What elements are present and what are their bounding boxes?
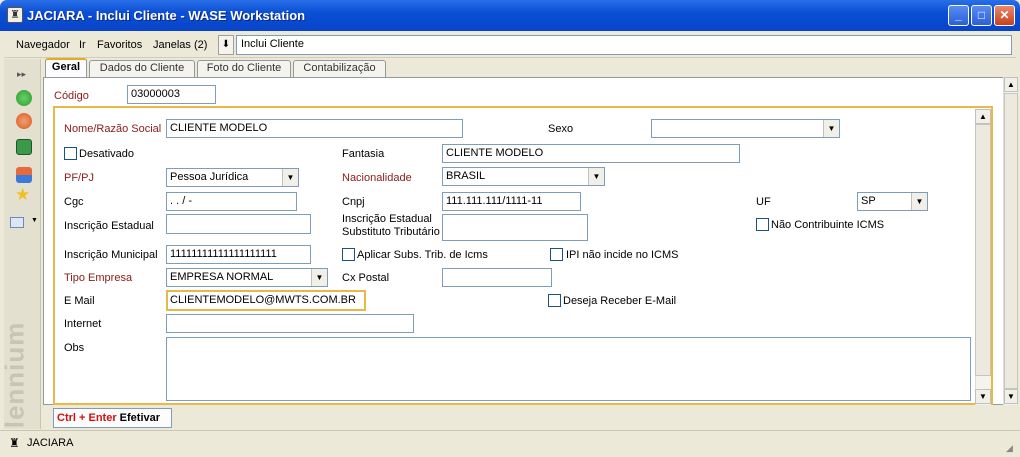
chevron-down-icon[interactable]: ▼ [588,168,604,185]
scroll-down-icon[interactable]: ▼ [975,389,991,404]
deseja-email-checkbox[interactable] [548,294,561,307]
nao-contribuinte-checkbox[interactable] [756,218,769,231]
nav-down-arrow-icon[interactable]: ⬇ [218,35,234,55]
sexo-select[interactable]: ▼ [651,119,840,138]
app-icon: ♜ [7,7,23,23]
close-button[interactable]: ✕ [994,5,1015,26]
minimize-button[interactable]: _ [948,5,969,26]
tab-foto-do-cliente[interactable]: Foto do Cliente [197,60,291,77]
cgc-field[interactable]: . . / - [166,192,297,211]
cgc-label: Cgc [64,196,84,208]
outer-scroll-up-icon[interactable]: ▲ [1004,77,1018,92]
pfpj-value: Pessoa Jurídica [170,171,249,183]
email-field[interactable]: CLIENTEMODELO@MWTS.COM.BR [166,290,366,311]
tab-contabilizacao[interactable]: Contabilização [293,60,386,77]
uf-select[interactable]: SP ▼ [857,192,928,211]
codigo-field[interactable]: 03000003 [127,85,216,104]
title-bar: ♜ JACIARA - Inclui Cliente - WASE Workst… [0,0,1020,31]
desativado-label: Desativado [79,148,135,160]
scroll-thumb[interactable] [975,124,991,376]
tab-geral[interactable]: Geral [45,58,87,78]
menu-favoritos[interactable]: Favoritos [97,39,142,51]
user-icon: ♜ [9,436,20,450]
fantasia-label: Fantasia [342,148,385,160]
chevron-down-icon[interactable]: ▼ [911,193,927,210]
bottom-bar [43,405,1017,430]
ie-st-label-line1: Inscrição Estadual [342,213,432,225]
internet-field[interactable] [166,314,414,333]
ie-label: Inscrição Estadual [64,220,154,232]
resize-grip-icon[interactable]: ◢ [1006,443,1013,454]
cx-postal-field[interactable] [442,268,552,287]
outer-scroll-down-icon[interactable]: ▼ [1004,389,1018,404]
cnpj-field[interactable]: 111.111.111/1111-11 [442,192,581,211]
sexo-label: Sexo [548,123,574,135]
tipo-empresa-value: EMPRESA NORMAL [170,271,274,283]
cx-postal-label: Cx Postal [342,272,390,284]
im-field[interactable]: 11111111111111111111 [166,245,311,264]
tab-dados-do-cliente[interactable]: Dados do Cliente [89,60,195,77]
ipi-label: IPI não incide no ICMS [566,249,679,261]
maximize-button[interactable]: □ [971,5,992,26]
status-user: JACIARA [27,437,74,449]
aplicar-subs-checkbox[interactable] [342,248,355,261]
mail-icon[interactable] [10,217,24,228]
outer-scroll-thumb[interactable] [1004,93,1018,389]
chevron-down-icon[interactable]: ▼ [311,269,327,286]
obs-textarea[interactable] [166,337,971,401]
tipo-empresa-label: Tipo Empresa [64,272,133,284]
nacionalidade-value: BRASIL [446,170,486,182]
uf-value: SP [861,195,876,207]
nacionalidade-select[interactable]: BRASIL ▼ [442,167,605,186]
chevron-down-icon[interactable]: ▼ [282,169,298,186]
ie-st-field[interactable] [442,214,588,241]
status-bar: ♜ JACIARA ◢ [0,430,1020,457]
im-label: Inscrição Municipal [64,249,158,261]
nome-field[interactable]: CLIENTE MODELO [166,119,463,138]
efetivar-label: Efetivar [119,412,161,424]
cnpj-label: Cnpj [342,196,365,208]
menu-navegador[interactable]: Navegador [16,39,70,51]
efetivar-button[interactable]: Ctrl + Enter Efetivar [53,408,172,428]
tipo-empresa-select[interactable]: EMPRESA NORMAL ▼ [166,268,328,287]
pfpj-label: PF/PJ [64,172,94,184]
chevron-down-icon[interactable]: ▼ [823,120,839,137]
navigation-field[interactable]: Inclui Cliente [236,35,1012,55]
favorites-star-icon[interactable]: ★ [15,185,30,205]
desativado-checkbox[interactable] [64,147,77,160]
deseja-email-label: Deseja Receber E-Mail [563,295,677,307]
menu-janelas[interactable]: Janelas (2) [153,39,207,51]
shortcut-text: Ctrl + Enter [57,412,117,424]
ie-field[interactable] [166,214,311,234]
stop-icon[interactable] [16,113,32,129]
nacionalidade-label: Nacionalidade [342,172,412,184]
left-toolbar: ▸▸ ★ ▼ Millennium [0,59,41,457]
refresh-icon[interactable] [16,139,32,155]
nao-contribuinte-label: Não Contribuinte ICMS [771,219,885,231]
outer-scrollbar[interactable]: ▲ ▼ [1003,77,1018,405]
scroll-up-icon[interactable]: ▲ [975,109,991,124]
menu-ir[interactable]: Ir [79,39,86,51]
email-label: E Mail [64,295,95,307]
home-icon[interactable] [16,167,32,183]
expand-icon[interactable]: ▸▸ [17,69,26,80]
codigo-label: Código [54,90,89,102]
pfpj-select[interactable]: Pessoa Jurídica ▼ [166,168,299,187]
uf-label: UF [756,196,771,208]
mail-dropdown-icon[interactable]: ▼ [31,217,38,224]
ie-st-label-line2: Substituto Tributário [342,226,440,238]
ipi-checkbox[interactable] [550,248,563,261]
nome-label: Nome/Razão Social [64,123,162,135]
window-title: JACIARA - Inclui Cliente - WASE Workstat… [27,8,306,23]
aplicar-subs-label: Aplicar Subs. Trib. de Icms [357,249,488,261]
fantasia-field[interactable]: CLIENTE MODELO [442,144,740,163]
forward-icon[interactable] [16,90,32,106]
obs-label: Obs [64,342,85,354]
internet-label: Internet [64,318,102,330]
